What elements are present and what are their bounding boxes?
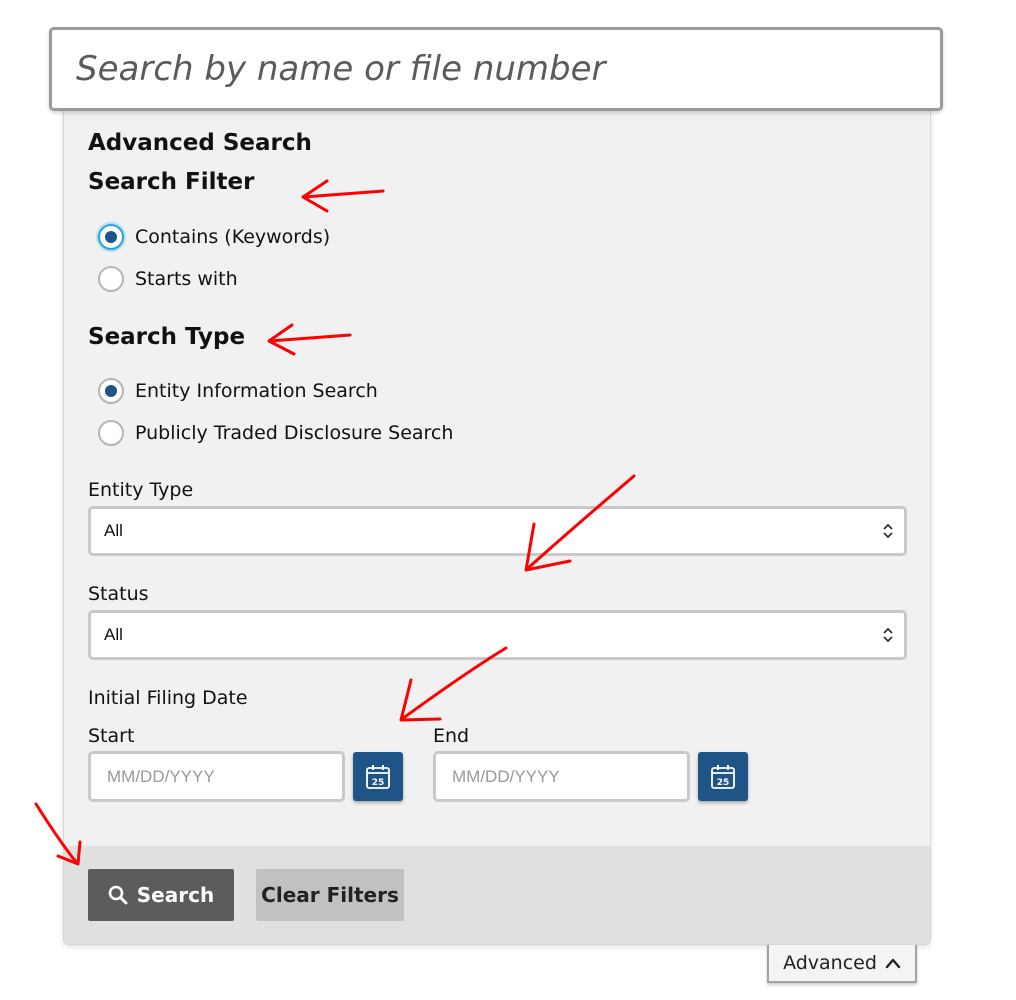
entity-type-value: All <box>104 521 123 540</box>
radio-button[interactable] <box>98 420 124 446</box>
end-date-field[interactable] <box>433 751 690 802</box>
entity-type-select[interactable]: All <box>88 506 907 556</box>
calendar-icon: 25 <box>366 764 390 789</box>
radio-button-selected[interactable] <box>98 224 124 250</box>
radio-label: Publicly Traded Disclosure Search <box>135 422 454 444</box>
radio-label: Entity Information Search <box>135 380 378 402</box>
advanced-search-title: Advanced Search <box>88 130 312 156</box>
start-date-field[interactable] <box>88 751 345 802</box>
end-date-label: End <box>433 725 470 747</box>
radio-starts-with[interactable]: Starts with <box>98 264 238 294</box>
radio-button[interactable] <box>98 266 124 292</box>
end-date-calendar-button[interactable]: 25 <box>698 752 748 801</box>
clear-filters-label: Clear Filters <box>261 883 399 907</box>
select-chevron-icon <box>883 627 893 643</box>
search-filter-heading: Search Filter <box>88 169 255 195</box>
end-date-input[interactable] <box>436 754 687 799</box>
search-bar[interactable] <box>49 27 943 111</box>
search-button[interactable]: Search <box>88 869 234 921</box>
radio-publicly-traded-disclosure-search[interactable]: Publicly Traded Disclosure Search <box>98 418 453 448</box>
svg-text:25: 25 <box>717 778 730 788</box>
radio-label: Starts with <box>135 268 238 290</box>
initial-filing-date-label: Initial Filing Date <box>88 687 248 709</box>
select-chevron-icon <box>883 523 893 539</box>
chevron-up-icon <box>885 958 901 969</box>
radio-contains-keywords[interactable]: Contains (Keywords) <box>98 222 330 252</box>
status-label: Status <box>88 583 149 605</box>
svg-text:25: 25 <box>372 778 385 788</box>
search-icon <box>108 885 128 905</box>
advanced-toggle-button[interactable]: Advanced <box>767 945 917 983</box>
radio-label: Contains (Keywords) <box>135 226 331 248</box>
calendar-icon: 25 <box>711 764 735 789</box>
search-input[interactable] <box>52 30 940 108</box>
entity-type-label: Entity Type <box>88 479 194 501</box>
start-date-label: Start <box>88 725 135 747</box>
search-type-heading: Search Type <box>88 324 246 350</box>
status-value: All <box>104 625 123 644</box>
start-date-calendar-button[interactable]: 25 <box>353 752 403 801</box>
search-button-label: Search <box>136 883 215 907</box>
radio-entity-information-search[interactable]: Entity Information Search <box>98 376 378 406</box>
start-date-input[interactable] <box>91 754 342 799</box>
status-select[interactable]: All <box>88 610 907 660</box>
clear-filters-button[interactable]: Clear Filters <box>256 869 404 921</box>
radio-button-selected[interactable] <box>98 378 124 404</box>
advanced-toggle-label: Advanced <box>783 952 877 974</box>
